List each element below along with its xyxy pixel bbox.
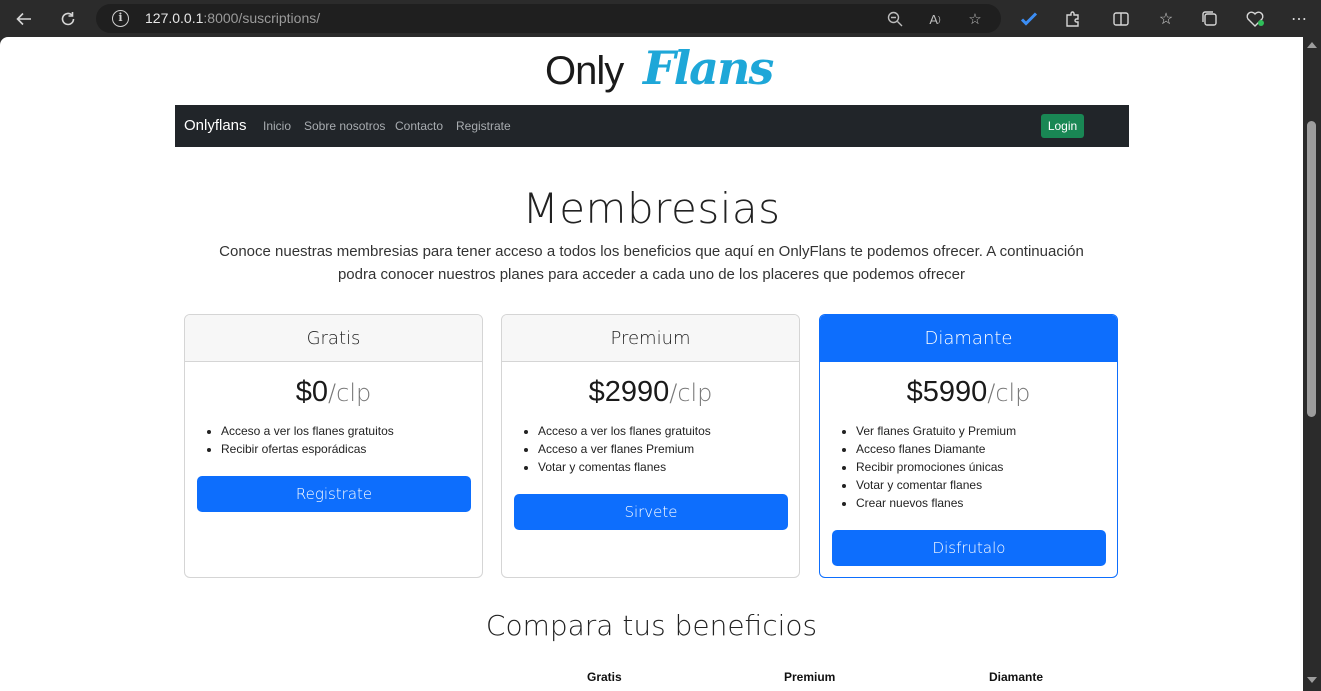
health-icon[interactable] (1243, 7, 1267, 31)
plan-name: Diamante (820, 315, 1117, 362)
site-info-icon[interactable]: i (112, 10, 129, 27)
price-unit: /clp (669, 379, 713, 407)
compare-header-premium: Premium (784, 670, 836, 684)
feature-item: Votar y comentas flanes (538, 458, 799, 476)
plan-features: Acceso a ver los flanes gratuitos Recibi… (221, 422, 482, 458)
feature-item: Votar y comentar flanes (856, 476, 1117, 494)
compare-header-diamante: Diamante (989, 670, 1044, 684)
compare-title: Compara tus beneficios (485, 609, 818, 642)
vertical-scrollbar[interactable] (1303, 37, 1321, 691)
feature-item: Acceso flanes Diamante (856, 440, 1117, 458)
more-menu-icon[interactable]: ⋯ (1287, 7, 1311, 31)
plan-card-gratis: Gratis $0/clp Acceso a ver los flanes gr… (184, 314, 483, 578)
plan-name: Gratis (185, 315, 482, 362)
disfrutalo-button[interactable]: Disfrutalo (832, 530, 1106, 566)
favorite-star-icon[interactable]: ☆ (964, 8, 986, 30)
nav-link-contacto[interactable]: Contacto (395, 119, 443, 133)
onlyflans-logo[interactable]: Only Flans (545, 41, 774, 97)
feature-item: Acceso a ver los flanes gratuitos (538, 422, 799, 440)
browser-toolbar: i 127.0.0.1:8000/suscriptions/ A) ☆ ☆ ⋯ (0, 0, 1321, 37)
price-unit: /clp (328, 379, 372, 407)
compare-header-gratis: Gratis (587, 670, 622, 684)
price-amount: $5990 (906, 376, 988, 408)
scrollbar-thumb[interactable] (1307, 121, 1316, 417)
nav-link-registrate[interactable]: Registrate (456, 119, 511, 133)
zoom-icon[interactable] (884, 8, 906, 30)
price-amount: $0 (295, 376, 329, 408)
price-unit: /clp (987, 379, 1031, 407)
plan-price: $2990/clp (502, 376, 799, 412)
plan-card-premium: Premium $2990/clp Acceso a ver los flane… (501, 314, 800, 578)
plan-features: Acceso a ver los flanes gratuitos Acceso… (538, 422, 799, 476)
navbar-brand[interactable]: Onlyflans (184, 117, 247, 134)
extension-check-icon[interactable] (1017, 7, 1041, 31)
logo-text-only: Only (545, 49, 624, 93)
feature-item: Recibir promociones únicas (856, 458, 1117, 476)
collections-icon[interactable] (1198, 7, 1222, 31)
plan-price: $0/clp (185, 376, 482, 412)
plan-name: Premium (502, 315, 799, 362)
address-bar[interactable]: i 127.0.0.1:8000/suscriptions/ A) ☆ (96, 4, 1001, 33)
url-text: 127.0.0.1:8000/suscriptions/ (145, 10, 320, 26)
navbar: Onlyflans Inicio Sobre nosotros Contacto… (175, 105, 1129, 147)
page-intro: Conoce nuestras membresias para tener ac… (219, 243, 1084, 283)
nav-link-inicio[interactable]: Inicio (263, 119, 291, 133)
page-viewport: Only Flans Onlyflans Inicio Sobre nosotr… (0, 37, 1303, 691)
split-screen-icon[interactable] (1109, 7, 1133, 31)
feature-item: Acceso a ver flanes Premium (538, 440, 799, 458)
scroll-down-arrow-icon[interactable] (1307, 677, 1317, 683)
read-aloud-icon[interactable]: A) (924, 8, 946, 30)
feature-item: Acceso a ver los flanes gratuitos (221, 422, 482, 440)
plan-price: $5990/clp (820, 376, 1117, 412)
logo-text-flans: Flans (643, 41, 774, 95)
registrate-button[interactable]: Registrate (197, 476, 471, 512)
sirvete-button[interactable]: Sirvete (514, 494, 788, 530)
page-title: Membresias (522, 184, 781, 233)
back-arrow-icon[interactable] (12, 7, 36, 31)
plan-features: Ver flanes Gratuito y Premium Acceso fla… (856, 422, 1117, 512)
feature-item: Recibir ofertas esporádicas (221, 440, 482, 458)
feature-item: Ver flanes Gratuito y Premium (856, 422, 1117, 440)
plan-card-diamante: Diamante $5990/clp Ver flanes Gratuito y… (819, 314, 1118, 578)
reload-icon[interactable] (56, 7, 80, 31)
nav-link-sobre-nosotros[interactable]: Sobre nosotros (304, 119, 385, 133)
scroll-up-arrow-icon[interactable] (1307, 42, 1317, 48)
url-host: 127.0.0.1 (145, 10, 204, 26)
feature-item: Crear nuevos flanes (856, 494, 1117, 512)
price-amount: $2990 (588, 376, 670, 408)
extensions-puzzle-icon[interactable] (1061, 7, 1085, 31)
url-path: :8000/suscriptions/ (203, 10, 321, 26)
favorites-icon[interactable]: ☆ (1154, 7, 1178, 31)
login-button[interactable]: Login (1041, 114, 1084, 138)
